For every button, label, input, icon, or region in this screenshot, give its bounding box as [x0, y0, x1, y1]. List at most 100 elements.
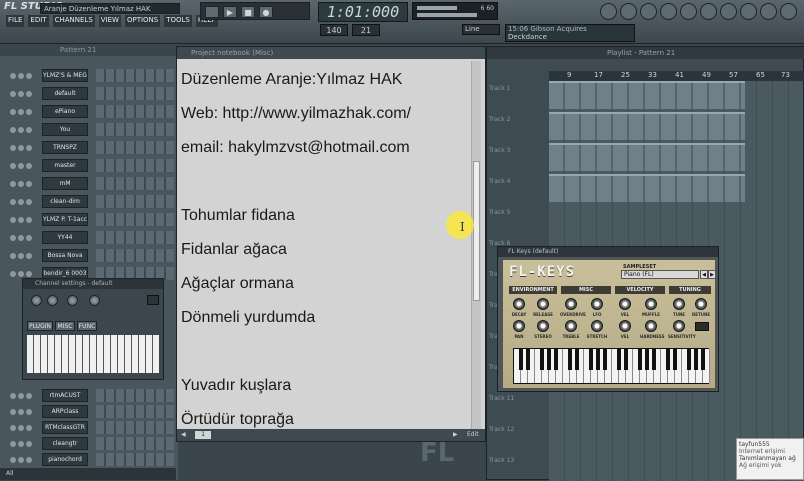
channel-row[interactable]: master: [4, 158, 176, 174]
plugin-icon[interactable]: [700, 3, 717, 20]
playlist-ruler[interactable]: 9 17 25 33 41 49 57 65 73: [549, 71, 804, 81]
track-label[interactable]: Track 5: [489, 209, 510, 216]
network-notification[interactable]: tayfun555 Internet erişimi Tanımlanmayan…: [736, 438, 804, 480]
project-title[interactable]: Aranje Düzenleme Yılmaz HAK: [40, 3, 180, 14]
menu-options[interactable]: OPTIONS: [124, 15, 161, 27]
tab-misc[interactable]: MISC: [55, 321, 75, 331]
play-button[interactable]: ▶: [223, 6, 237, 18]
treble-knob[interactable]: [565, 320, 577, 332]
sensitivity-knob[interactable]: [673, 320, 685, 332]
sampleset-select[interactable]: Piano (FL): [621, 270, 699, 279]
channel-row[interactable]: pianochord: [4, 452, 176, 468]
black-key[interactable]: [638, 349, 642, 370]
menu-edit[interactable]: EDIT: [28, 15, 49, 27]
channel-row[interactable]: YLMZ'S & MEGA: [4, 68, 176, 84]
black-key[interactable]: [589, 349, 593, 370]
pitch-knob[interactable]: [67, 295, 78, 306]
velocity-knob[interactable]: [619, 320, 631, 332]
channel-button[interactable]: RTMclassGTR: [42, 421, 88, 434]
channel-button[interactable]: default: [42, 87, 88, 100]
channel-button[interactable]: master: [42, 159, 88, 172]
tab-func[interactable]: FUNC: [77, 321, 97, 331]
track-label[interactable]: Track 4: [489, 178, 510, 185]
page-number[interactable]: 1: [195, 431, 211, 439]
black-key[interactable]: [673, 349, 677, 370]
pan-knob[interactable]: [31, 295, 42, 306]
decay-knob[interactable]: [513, 298, 525, 310]
track-label[interactable]: Track 2: [489, 116, 510, 123]
record-button[interactable]: ●: [259, 6, 273, 18]
settings-icon[interactable]: [780, 3, 797, 20]
channel-row[interactable]: mM: [4, 176, 176, 192]
black-key[interactable]: [687, 349, 691, 370]
lfo-knob[interactable]: [591, 298, 603, 310]
mini-keyboard[interactable]: [27, 335, 159, 373]
tools-icon[interactable]: [740, 3, 757, 20]
channel-row[interactable]: RTMclassGTR: [4, 420, 176, 436]
channel-row[interactable]: YY44: [4, 230, 176, 246]
track-label[interactable]: Track 3: [489, 147, 510, 154]
pattern-clip[interactable]: [549, 143, 745, 171]
menu-channels[interactable]: CHANNELS: [52, 15, 95, 27]
channel-row[interactable]: rtmACUST: [4, 388, 176, 404]
close-icon[interactable]: [147, 295, 159, 305]
channel-button[interactable]: clean-dim: [42, 195, 88, 208]
notebook-text-area[interactable]: Düzenleme Aranje:Yılmaz HAK Web: http://…: [181, 61, 469, 429]
news-panel[interactable]: 15:06 Gibson Acquires Deckdance: [505, 24, 635, 42]
channel-button[interactable]: pianochord: [42, 453, 88, 466]
menu-file[interactable]: FILE: [6, 15, 25, 27]
project-icon[interactable]: [720, 3, 737, 20]
browser-filter[interactable]: All: [0, 468, 176, 480]
channel-row[interactable]: YLMZ P. T-1acc: [4, 212, 176, 228]
volume-knob[interactable]: [47, 295, 58, 306]
stretch-knob[interactable]: [591, 320, 603, 332]
channel-button[interactable]: mM: [42, 177, 88, 190]
channel-row[interactable]: TRNSPZ: [4, 140, 176, 156]
black-key[interactable]: [666, 349, 670, 370]
fl-keys-keyboard[interactable]: [513, 348, 710, 384]
channel-button[interactable]: rtmACUST: [42, 389, 88, 402]
tempo-field[interactable]: 140: [320, 24, 348, 36]
channel-row[interactable]: clean-dim: [4, 194, 176, 210]
stop-button[interactable]: ■: [241, 6, 255, 18]
channel-button[interactable]: ePiano: [42, 105, 88, 118]
pattern-clip[interactable]: [549, 81, 745, 109]
black-key[interactable]: [701, 349, 705, 370]
fx-knob[interactable]: [89, 295, 100, 306]
track-label[interactable]: Track 11: [489, 395, 514, 402]
prev-preset-icon[interactable]: ◀: [700, 270, 708, 279]
channel-row[interactable]: ePiano: [4, 104, 176, 120]
release-knob[interactable]: [537, 298, 549, 310]
pattern-clip[interactable]: [549, 112, 745, 140]
menu-tools[interactable]: TOOLS: [164, 15, 192, 27]
track-label[interactable]: Track 13: [489, 457, 514, 464]
black-key[interactable]: [526, 349, 530, 370]
hardness-knob[interactable]: [645, 320, 657, 332]
pattern-selector[interactable]: 21: [352, 24, 380, 36]
edit-button[interactable]: Edit: [467, 431, 479, 438]
detune-knob[interactable]: [695, 298, 707, 310]
black-key[interactable]: [694, 349, 698, 370]
channel-button[interactable]: YY44: [42, 231, 88, 244]
channel-button[interactable]: Bossa Nova: [42, 249, 88, 262]
channel-row[interactable]: default: [4, 86, 176, 102]
menu-view[interactable]: VIEW: [98, 15, 121, 27]
black-key[interactable]: [645, 349, 649, 370]
muffle-knob[interactable]: [645, 298, 657, 310]
channel-row[interactable]: You: [4, 122, 176, 138]
black-key[interactable]: [540, 349, 544, 370]
black-key[interactable]: [547, 349, 551, 370]
channel-row[interactable]: Bossa Nova: [4, 248, 176, 264]
black-key[interactable]: [554, 349, 558, 370]
browser-icon[interactable]: [660, 3, 677, 20]
black-key[interactable]: [575, 349, 579, 370]
channel-row[interactable]: ARPclass: [4, 404, 176, 420]
page-left-arrow-icon[interactable]: ◀: [181, 431, 186, 438]
channel-row[interactable]: cleangtr: [4, 436, 176, 452]
black-key[interactable]: [519, 349, 523, 370]
pattern-song-toggle[interactable]: [205, 6, 219, 18]
channel-button[interactable]: YLMZ'S & MEGA: [42, 69, 88, 82]
scrollbar-thumb[interactable]: [473, 161, 480, 301]
channel-button[interactable]: cleangtr: [42, 437, 88, 450]
page-right-arrow-icon[interactable]: ▶: [453, 431, 458, 438]
